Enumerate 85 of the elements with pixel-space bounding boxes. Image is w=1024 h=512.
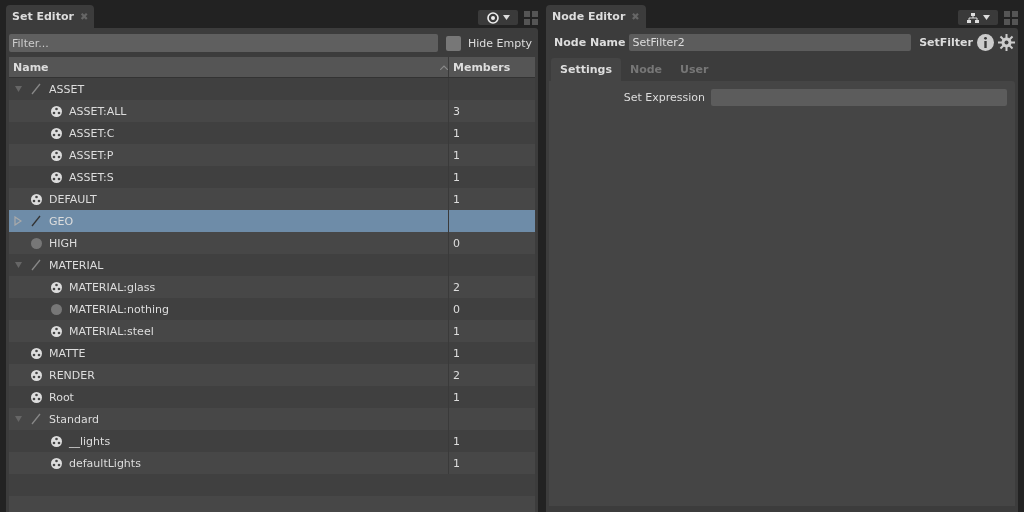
member-count: 2 — [453, 368, 460, 382]
expanded-arrow-icon[interactable] — [14, 262, 22, 268]
filter-field[interactable]: Filter... — [9, 34, 438, 52]
member-count: 1 — [453, 148, 460, 162]
tree-row[interactable]: ASSET:C 1 — [9, 122, 535, 144]
column-header[interactable]: Members — [448, 57, 535, 77]
set-name: ASSET:S — [69, 170, 114, 184]
set-name: MATERIAL — [49, 258, 104, 272]
set-icon — [30, 369, 42, 381]
set-name: GEO — [49, 214, 74, 228]
set-icon — [50, 149, 62, 161]
empty-set-icon — [30, 237, 42, 249]
expanded-arrow-icon[interactable] — [14, 86, 22, 92]
gear-icon[interactable] — [998, 34, 1015, 51]
field-label: Node Name — [554, 36, 626, 49]
empty-set-icon — [50, 303, 62, 315]
set-name: ASSET:C — [69, 126, 115, 140]
slash-icon — [31, 83, 41, 95]
field-label: Set Expression — [623, 91, 705, 104]
set-icon — [50, 105, 62, 117]
member-count: 1 — [453, 434, 460, 448]
sort-icon — [440, 64, 448, 70]
node-type-label: SetFilter — [919, 36, 973, 49]
node-name-field[interactable]: SetFilter2 — [629, 34, 912, 51]
layout-grid-icon — [1004, 10, 1018, 25]
member-count: 2 — [453, 280, 460, 294]
collapsed-arrow-icon[interactable] — [14, 216, 22, 226]
member-count: 0 — [453, 302, 460, 316]
member-count: 1 — [453, 192, 460, 206]
tree-row[interactable]: Root 1 — [9, 386, 535, 408]
dropdown-button[interactable] — [958, 10, 998, 25]
set-name: Root — [49, 390, 74, 404]
expanded-arrow-icon[interactable] — [14, 416, 22, 422]
slash-icon — [31, 259, 41, 271]
layout-grid-icon — [524, 10, 538, 25]
set-name: RENDER — [49, 368, 95, 382]
set-name: defaultLights — [69, 456, 141, 470]
checkbox-label: Hide Empty — [467, 36, 532, 50]
tree-row[interactable]: __lights 1 — [9, 430, 535, 452]
set-name: MATERIAL:glass — [69, 280, 156, 294]
tab[interactable]: Settings — [551, 58, 621, 81]
set-icon — [50, 127, 62, 139]
set-name: ASSET:ALL — [69, 104, 127, 118]
member-count: 1 — [453, 346, 460, 360]
hierarchy-icon — [966, 12, 979, 23]
column-header[interactable]: Name — [9, 57, 448, 77]
member-count: 1 — [453, 324, 460, 338]
set-icon — [50, 171, 62, 183]
member-count: 1 — [453, 456, 460, 470]
set-name: ASSET — [49, 82, 85, 96]
set-editor-tab[interactable]: Set Editor ✖ — [6, 5, 95, 28]
member-count: 1 — [453, 390, 460, 404]
set-icon — [30, 391, 42, 403]
member-count: 1 — [453, 126, 460, 140]
set-name: MATERIAL:steel — [69, 324, 154, 338]
target-icon — [486, 11, 499, 24]
info-icon[interactable] — [977, 34, 994, 51]
set-name: __lights — [69, 434, 111, 448]
tree-row[interactable]: ASSET:S 1 — [9, 166, 535, 188]
set-name: HIGH — [49, 236, 78, 250]
set-name: MATERIAL:nothing — [69, 302, 170, 316]
set-icon — [30, 193, 42, 205]
tree-row[interactable]: MATERIAL — [9, 254, 535, 276]
set-name: ASSET:P — [69, 148, 114, 162]
node-editor-tab[interactable]: Node Editor ✖ — [546, 5, 646, 28]
set-icon — [30, 347, 42, 359]
set-icon — [50, 325, 62, 337]
set-name: Standard — [49, 412, 100, 426]
tree-row[interactable]: ASSET — [9, 78, 535, 100]
caret-icon — [502, 15, 510, 20]
slash-icon — [31, 413, 41, 425]
set-icon — [50, 457, 62, 469]
set-name: DEFAULT — [49, 192, 97, 206]
hide-empty-checkbox[interactable] — [445, 35, 461, 51]
set-icon — [50, 281, 62, 293]
tree-row[interactable]: MATTE 1 — [9, 342, 535, 364]
slash-icon — [31, 215, 41, 227]
member-count: 1 — [453, 170, 460, 184]
member-count: 3 — [453, 104, 460, 118]
caret-icon — [982, 15, 990, 20]
tree-row[interactable]: MATERIAL:nothing 0 — [9, 298, 535, 320]
set-icon — [50, 435, 62, 447]
set-name: MATTE — [49, 346, 86, 360]
member-count: 0 — [453, 236, 460, 250]
dropdown-button[interactable] — [478, 10, 518, 25]
